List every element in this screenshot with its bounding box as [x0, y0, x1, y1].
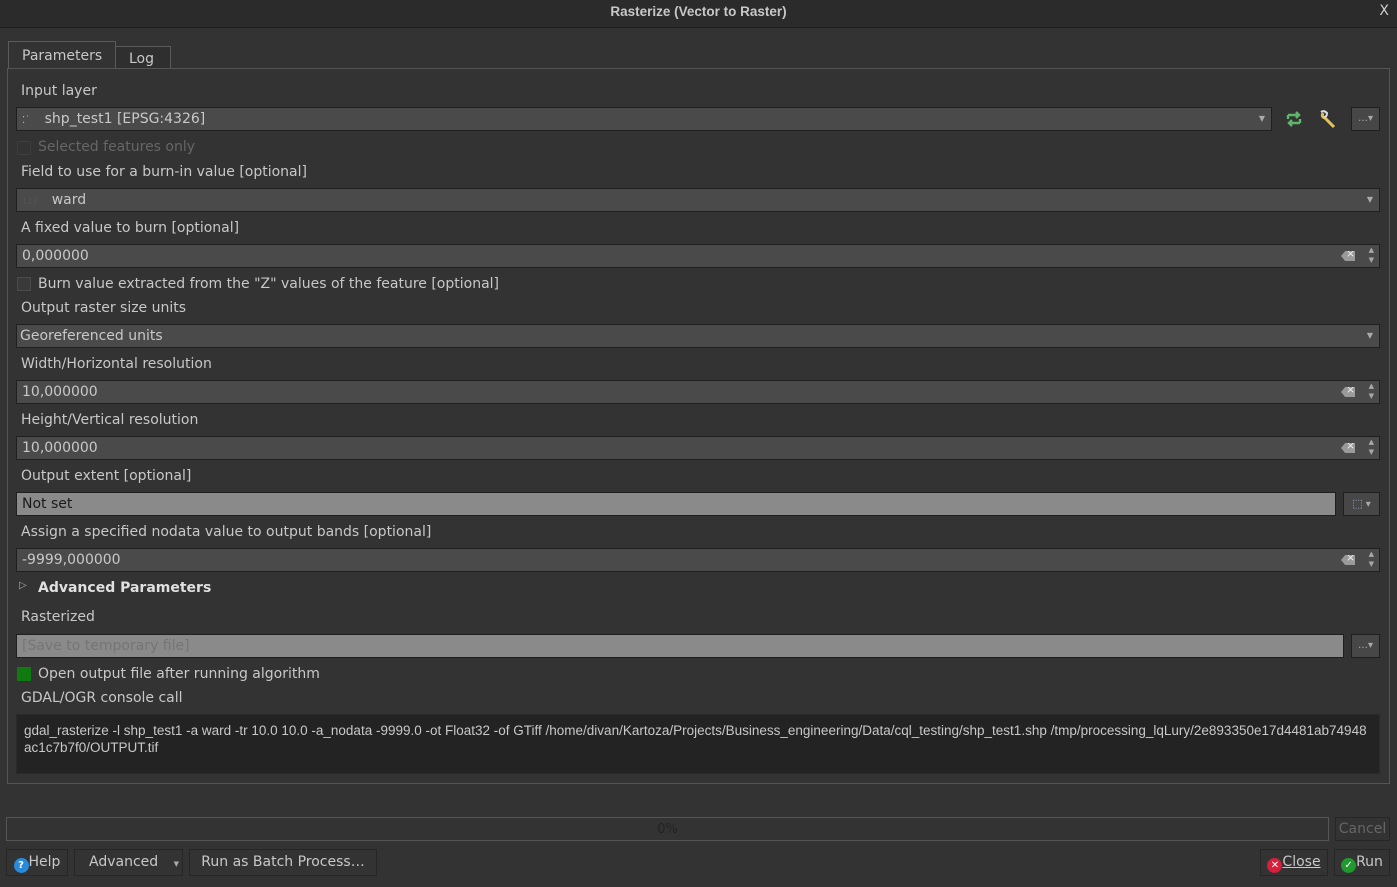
output-browse-button[interactable]: …▾: [1351, 634, 1380, 658]
spin-down-icon[interactable]: ▼: [1369, 256, 1374, 264]
spin-up-icon[interactable]: ▲: [1369, 246, 1374, 254]
input-layer-value: shp_test1 [EPSG:4326]: [44, 111, 206, 127]
extent-label: Output extent [optional]: [21, 468, 192, 484]
console-call-label: GDAL/OGR console call: [21, 690, 183, 706]
map-canvas-select-icon: ⬚: [1352, 497, 1363, 510]
help-button[interactable]: ? Help: [6, 849, 68, 876]
window-title: Rasterize (Vector to Raster): [610, 4, 787, 19]
wrench-icon: [1320, 110, 1336, 129]
chevron-down-icon: ▼: [1366, 331, 1373, 340]
burn-field-combo[interactable]: 123 ward ▼: [16, 188, 1380, 212]
tab-parameters[interactable]: Parameters: [8, 41, 116, 69]
console-call-text[interactable]: gdal_rasterize -l shp_test1 -a ward -tr …: [16, 714, 1380, 774]
input-layer-combo[interactable]: ⁚˙ shp_test1 [EPSG:4326] ▼: [16, 107, 1272, 131]
fixed-value-label: A fixed value to burn [optional]: [21, 220, 240, 236]
input-layer-browse-button[interactable]: …▾: [1351, 107, 1380, 131]
units-value: Georeferenced units: [20, 328, 163, 344]
progress-bar: 0%: [6, 817, 1329, 841]
iterate-over-features-button[interactable]: [1283, 109, 1305, 129]
use-z-checkbox[interactable]: [17, 277, 31, 291]
spin-down-icon[interactable]: ▼: [1369, 560, 1374, 568]
width-spinbox[interactable]: 10,000000 ▲ ▼: [16, 380, 1380, 404]
run-button[interactable]: ✓ Run: [1334, 849, 1390, 876]
clear-icon[interactable]: [1341, 443, 1355, 453]
help-icon: ?: [13, 858, 29, 873]
spin-up-icon[interactable]: ▲: [1369, 438, 1374, 446]
spin-down-icon[interactable]: ▼: [1369, 392, 1374, 400]
width-label: Width/Horizontal resolution: [21, 356, 212, 372]
output-file-input[interactable]: [16, 634, 1344, 658]
close-button[interactable]: ✕ Close: [1260, 849, 1328, 876]
numeric-field-icon: 123: [22, 197, 38, 206]
checkmark-icon: ✓: [1341, 858, 1357, 873]
selected-features-label: Selected features only: [38, 139, 196, 155]
fixed-value-spinbox[interactable]: 0,000000 ▲ ▼: [16, 244, 1380, 268]
units-label: Output raster size units: [21, 300, 187, 316]
tab-log[interactable]: Log: [115, 46, 171, 69]
use-z-label: Burn value extracted from the "Z" values…: [38, 276, 500, 292]
burn-field-label: Field to use for a burn-in value [option…: [21, 164, 307, 180]
chevron-down-icon: ▼: [1258, 114, 1265, 123]
cancel-button[interactable]: Cancel: [1335, 817, 1390, 841]
advanced-options-button[interactable]: [1318, 109, 1340, 129]
expand-triangle-icon[interactable]: ▷: [19, 580, 27, 591]
menu-arrow-icon: ▼: [173, 860, 179, 868]
output-label: Rasterized: [21, 609, 95, 625]
close-icon: ✕: [1267, 858, 1283, 873]
units-combo[interactable]: Georeferenced units ▼: [16, 324, 1380, 348]
advanced-parameters-toggle[interactable]: Advanced Parameters: [38, 580, 211, 596]
run-as-batch-button[interactable]: Run as Batch Process…: [189, 849, 377, 876]
nodata-spinbox[interactable]: -9999,000000 ▲ ▼: [16, 548, 1380, 572]
spin-down-icon[interactable]: ▼: [1369, 448, 1374, 456]
extent-value: Not set: [22, 496, 73, 512]
advanced-button[interactable]: Advanced ▼: [74, 849, 183, 876]
extent-selector-button[interactable]: ⬚ ▾: [1343, 492, 1380, 516]
title-bar: Rasterize (Vector to Raster) X: [0, 0, 1397, 28]
chevron-down-icon: ▼: [1366, 195, 1373, 204]
height-value: 10,000000: [22, 440, 98, 456]
clear-icon[interactable]: [1341, 387, 1355, 397]
refresh-icon: [1286, 111, 1302, 127]
open-output-checkbox[interactable]: [17, 667, 31, 681]
clear-icon[interactable]: [1341, 555, 1355, 565]
spin-up-icon[interactable]: ▲: [1369, 382, 1374, 390]
width-value: 10,000000: [22, 384, 98, 400]
extent-input[interactable]: Not set: [16, 492, 1336, 516]
nodata-value: -9999,000000: [22, 552, 121, 568]
fixed-value-value: 0,000000: [22, 248, 89, 264]
selected-features-checkbox[interactable]: [17, 141, 31, 155]
input-layer-label: Input layer: [21, 83, 97, 99]
window-close-button[interactable]: X: [1379, 3, 1389, 19]
height-spinbox[interactable]: 10,000000 ▲ ▼: [16, 436, 1380, 460]
nodata-label: Assign a specified nodata value to outpu…: [21, 524, 432, 540]
spin-up-icon[interactable]: ▲: [1369, 550, 1374, 558]
clear-icon[interactable]: [1341, 251, 1355, 261]
open-output-label: Open output file after running algorithm: [38, 666, 320, 682]
point-layer-icon: ⁚˙: [22, 115, 31, 126]
height-label: Height/Vertical resolution: [21, 412, 199, 428]
progress-text: 0%: [657, 822, 678, 837]
burn-field-value: ward: [51, 192, 87, 208]
